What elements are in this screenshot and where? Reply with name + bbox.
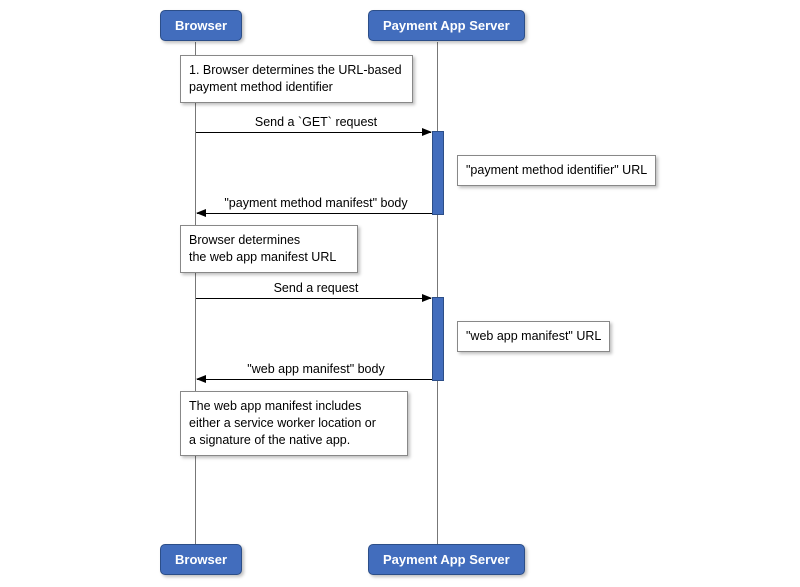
participant-browser-bottom: Browser bbox=[160, 544, 242, 575]
participant-server-bottom: Payment App Server bbox=[368, 544, 525, 575]
note-payment-method-identifier-url: "payment method identifier" URL bbox=[457, 155, 656, 186]
arrow-get-request bbox=[196, 132, 431, 133]
arrow-send-request bbox=[196, 298, 431, 299]
participant-browser-top: Browser bbox=[160, 10, 242, 41]
message-get-request: Send a `GET` request bbox=[195, 115, 437, 129]
note-web-app-manifest-url-right: "web app manifest" URL bbox=[457, 321, 610, 352]
note-manifest-includes: The web app manifest includeseither a se… bbox=[180, 391, 408, 456]
message-payment-method-manifest: "payment method manifest" body bbox=[195, 196, 437, 210]
arrow-payment-method-manifest bbox=[197, 213, 432, 214]
participant-label: Payment App Server bbox=[383, 552, 510, 567]
participant-label: Payment App Server bbox=[383, 18, 510, 33]
note-web-app-manifest-url: Browser determinesthe web app manifest U… bbox=[180, 225, 358, 273]
arrow-web-app-manifest-body bbox=[197, 379, 432, 380]
note-url-based-identifier: 1. Browser determines the URL-basedpayme… bbox=[180, 55, 413, 103]
note-text: "web app manifest" URL bbox=[466, 329, 601, 343]
note-text: "payment method identifier" URL bbox=[466, 163, 647, 177]
note-text: 1. Browser determines the URL-basedpayme… bbox=[189, 63, 402, 94]
participant-label: Browser bbox=[175, 552, 227, 567]
lifeline-server bbox=[437, 42, 438, 545]
participant-label: Browser bbox=[175, 18, 227, 33]
note-text: The web app manifest includeseither a se… bbox=[189, 399, 376, 447]
participant-server-top: Payment App Server bbox=[368, 10, 525, 41]
message-send-request: Send a request bbox=[195, 281, 437, 295]
note-text: Browser determinesthe web app manifest U… bbox=[189, 233, 336, 264]
message-web-app-manifest-body: "web app manifest" body bbox=[195, 362, 437, 376]
